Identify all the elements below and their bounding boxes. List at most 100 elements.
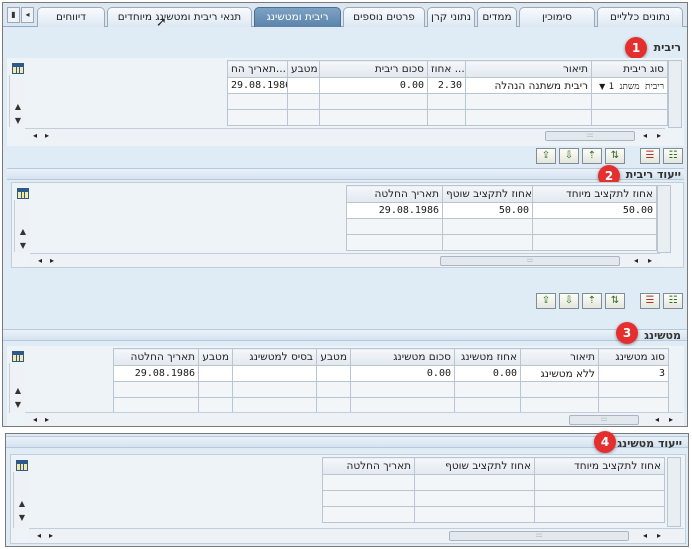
col-header-percent[interactable]: אחוז ... (427, 60, 466, 78)
scroll-left-icon[interactable]: ◂ (630, 255, 642, 267)
col-header-amount[interactable]: סכום ריבית (319, 60, 428, 78)
delete-row-button[interactable]: ☰ (640, 148, 660, 164)
move-row-button[interactable]: ⇅ (605, 293, 625, 309)
tab-dimensions[interactable]: ממדים (477, 7, 517, 27)
tab-general-data[interactable]: נתונים כלליים (597, 7, 683, 27)
grid-config-icon[interactable] (12, 63, 24, 74)
cell-decision-date[interactable]: 29.08.1986 (346, 202, 443, 219)
paste-row-button[interactable]: ⇩ (559, 293, 579, 309)
tab-additional-details[interactable]: פרטים נוספים (343, 7, 425, 27)
scroll-left-icon[interactable]: ◂ (29, 414, 41, 426)
scroll-thumb[interactable]: ::: (449, 531, 629, 541)
scroll-up-icon[interactable]: ▲ (12, 385, 24, 397)
move-row-button[interactable]: ⇅ (605, 148, 625, 164)
col-header-currency[interactable]: מטבע (198, 348, 233, 366)
cell-matching-amount[interactable]: 0.00 (350, 365, 455, 382)
delete-row-button[interactable]: ☰ (640, 293, 660, 309)
tab-special-terms[interactable]: תנאי ריבית ומטשינג מיוחדים (107, 7, 252, 27)
col-header-current-budget[interactable]: אחוז לתקציב שוטף (442, 185, 533, 203)
scroll-up-icon[interactable]: ▲ (12, 101, 24, 113)
row-selector-column[interactable] (668, 60, 682, 128)
scroll-right-icon[interactable]: ▸ (653, 530, 665, 542)
col-header-matching-base[interactable]: בסיס למטשינג (232, 348, 317, 366)
cell-currency[interactable] (287, 77, 320, 94)
scroll-left-icon[interactable]: ◂ (651, 414, 663, 426)
col-header-matching-percent[interactable]: אחוז מטשינג (454, 348, 521, 366)
col-header-currency[interactable]: מטבע (316, 348, 351, 366)
append-row-button[interactable]: ⇡ (582, 293, 602, 309)
tab-reports[interactable]: דיווחים (37, 7, 105, 27)
chevron-down-icon[interactable]: ▼ (599, 82, 605, 91)
scroll-right-icon[interactable]: ▸ (653, 130, 665, 142)
scroll-down-icon[interactable]: ▼ (16, 512, 28, 524)
cell-date[interactable]: 29.08.1986 (227, 77, 288, 94)
scroll-thumb[interactable]: ::: (545, 131, 635, 141)
insert-row-button[interactable]: ☷ (663, 293, 683, 309)
scroll-right-icon[interactable]: ▸ (41, 130, 53, 142)
scroll-left-icon[interactable]: ◂ (29, 130, 41, 142)
col-header-current-budget[interactable]: אחוז לתקציב שוטף (414, 457, 535, 475)
col-header-date[interactable]: תאריך הח... (227, 60, 288, 78)
cell-currency[interactable] (316, 365, 351, 382)
cell-matching-type[interactable]: 3 (598, 365, 669, 382)
grid-config-icon[interactable] (12, 351, 24, 362)
col-header-decision-date[interactable]: תאריך החלטה (113, 348, 199, 366)
allocation-horizontal-scrollbar[interactable]: ◂ ▸ ::: ◂ ▸ (30, 253, 660, 267)
matching-horizontal-scrollbar[interactable]: ◂ ▸ ::: ◂ ▸ (25, 412, 683, 426)
tab-fund-data[interactable]: נתוני קרן (427, 7, 475, 27)
insert-row-button[interactable]: ☷ (663, 148, 683, 164)
row-selector-column[interactable] (667, 457, 681, 527)
scroll-thumb[interactable]: ::: (440, 256, 620, 266)
col-header-matching-type[interactable]: סוג מטשינג (598, 348, 669, 366)
allocation-vertical-scrollbar[interactable]: ▲ ▼ (14, 200, 30, 252)
cell-matching-percent[interactable]: 0.00 (454, 365, 521, 382)
scroll-right-icon[interactable]: ▸ (665, 414, 677, 426)
scroll-up-icon[interactable]: ▲ (17, 226, 29, 238)
col-header-matching-amount[interactable]: סכום מטשינג (350, 348, 455, 366)
scroll-left-icon[interactable]: ◂ (639, 530, 651, 542)
col-header-interest-type[interactable]: סוג ריבית (591, 60, 668, 78)
cell-amount[interactable]: 0.00 (319, 77, 428, 94)
matching-allocation-vertical-scrollbar[interactable]: ▲ ▼ (13, 472, 29, 528)
cell-special-budget[interactable]: 50.00 (532, 202, 657, 219)
grid-config-icon[interactable] (16, 460, 28, 471)
cell-matching-base[interactable] (232, 365, 317, 382)
scroll-right-icon[interactable]: ▸ (46, 255, 58, 267)
scroll-left-icon[interactable]: ◂ (34, 255, 46, 267)
append-row-button[interactable]: ⇡ (582, 148, 602, 164)
interest-vertical-scrollbar[interactable]: ▲ ▼ (9, 75, 25, 127)
cell-interest-type-dropdown[interactable]: ▼ 1 ריבית משתנ (591, 77, 668, 94)
scroll-down-icon[interactable]: ▼ (12, 115, 24, 127)
scroll-up-icon[interactable]: ▲ (16, 498, 28, 510)
copy-row-button[interactable]: ⇪ (536, 148, 556, 164)
scroll-down-icon[interactable]: ▼ (17, 240, 29, 252)
interest-horizontal-scrollbar[interactable]: ◂ ▸ ::: ◂ ▸ (25, 128, 665, 142)
scroll-left-icon[interactable]: ◂ (33, 530, 45, 542)
matching-allocation-horizontal-scrollbar[interactable]: ◂ ▸ ::: ◂ ▸ (29, 528, 684, 542)
tab-scroll-prev-icon[interactable]: ◂ (21, 7, 34, 23)
col-header-currency[interactable]: מטבע (287, 60, 320, 78)
col-header-description[interactable]: תיאור (465, 60, 592, 78)
col-header-decision-date[interactable]: תאריך החלטה (322, 457, 415, 475)
tab-interest-matching[interactable]: ריבית ומטשינג (254, 7, 341, 27)
cell-percent[interactable]: 2.30 (427, 77, 466, 94)
col-header-decision-date[interactable]: תאריך החלטה (346, 185, 443, 203)
cell-currency[interactable] (198, 365, 233, 382)
col-header-special-budget[interactable]: אחוז לתקציב מיוחד (534, 457, 665, 475)
row-selector-column[interactable] (657, 185, 671, 253)
matching-vertical-scrollbar[interactable]: ▲ ▼ (9, 363, 25, 413)
grid-config-icon[interactable] (17, 188, 29, 199)
tab-scroll-left-icon[interactable]: ▮ (7, 7, 20, 23)
cell-decision-date[interactable]: 29.08.1986 (113, 365, 199, 382)
col-header-special-budget[interactable]: אחוז לתקציב מיוחד (532, 185, 657, 203)
scroll-right-icon[interactable]: ▸ (41, 414, 53, 426)
scroll-thumb[interactable]: ::: (569, 415, 639, 425)
cell-current-budget[interactable]: 50.00 (442, 202, 533, 219)
tab-references[interactable]: סימוכין (519, 7, 595, 27)
paste-row-button[interactable]: ⇩ (559, 148, 579, 164)
scroll-down-icon[interactable]: ▼ (12, 399, 24, 411)
copy-row-button[interactable]: ⇪ (536, 293, 556, 309)
scroll-left-icon[interactable]: ◂ (639, 130, 651, 142)
scroll-right-icon[interactable]: ▸ (644, 255, 656, 267)
scroll-right-icon[interactable]: ▸ (45, 530, 57, 542)
